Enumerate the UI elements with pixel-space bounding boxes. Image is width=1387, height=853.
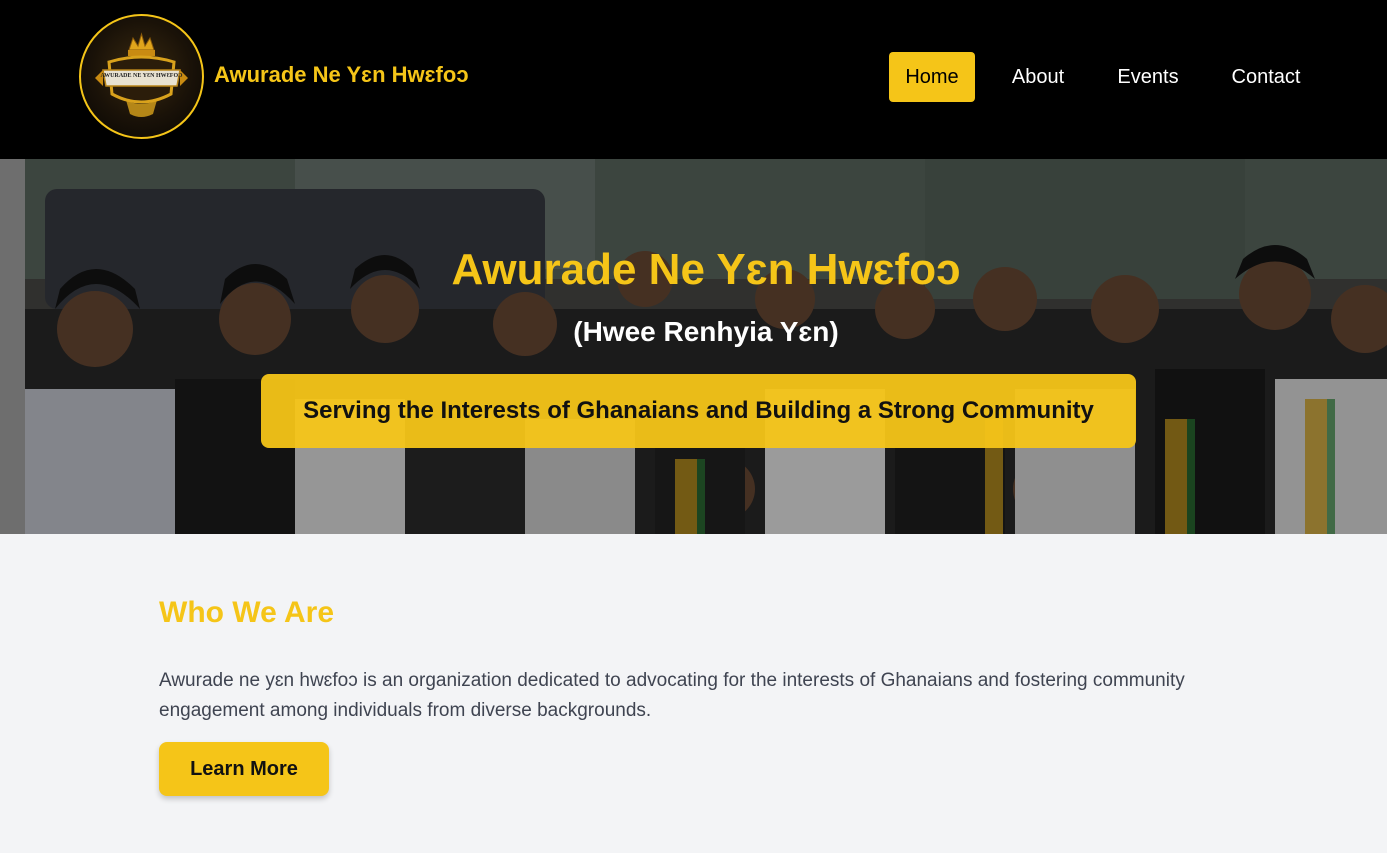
nav-home[interactable]: Home (889, 52, 975, 102)
nav-contact[interactable]: Contact (1216, 52, 1316, 102)
logo[interactable]: AWURADE NE YƐN HWƐFOƆ (79, 14, 204, 139)
hero-edge (0, 159, 25, 534)
site-header: AWURADE NE YƐN HWƐFOƆ Awurade Ne Yɛn Hwɛ… (0, 0, 1387, 159)
hero-title: Awurade Ne Yɛn Hwɛfoɔ (451, 245, 961, 294)
section-title: Who We Are (159, 596, 335, 629)
crest-icon: AWURADE NE YƐN HWƐFOƆ (95, 32, 188, 117)
hero-tagline: Serving the Interests of Ghanaians and B… (261, 374, 1136, 448)
brand-name[interactable]: Awurade Ne Yɛn Hwɛfoɔ (214, 62, 469, 88)
hero-banner: Awurade Ne Yɛn Hwɛfoɔ (Hwee Renhyia Yɛn)… (25, 159, 1387, 534)
nav-about[interactable]: About (996, 52, 1080, 102)
logo-text: AWURADE NE YƐN HWƐFOƆ (101, 73, 184, 79)
about-description: Awurade ne yɛn hwɛfoɔ is an organization… (159, 670, 1185, 721)
learn-more-button[interactable]: Learn More (159, 742, 329, 796)
nav-events[interactable]: Events (1103, 52, 1193, 102)
hero-subtitle: (Hwee Renhyia Yɛn) (573, 316, 839, 347)
